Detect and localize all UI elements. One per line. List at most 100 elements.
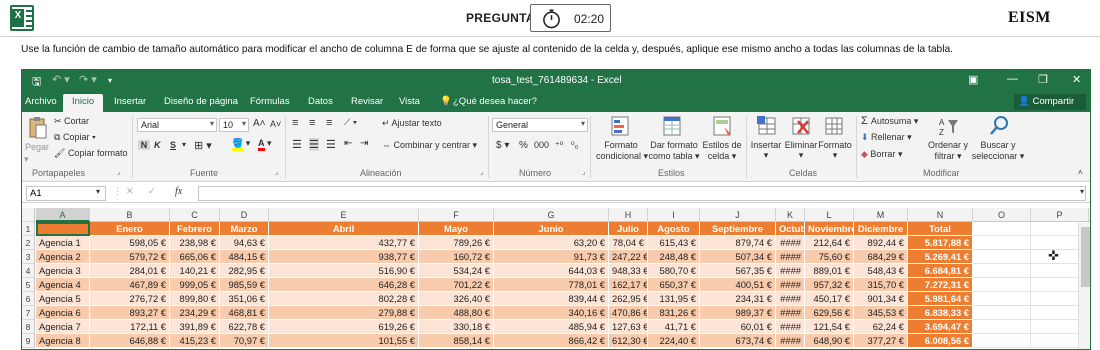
table-cell[interactable]: 579,72 € [90,250,170,264]
table-cell[interactable]: Agencia 7 [36,320,90,334]
table-cell[interactable]: 484,15 € [220,250,269,264]
tab-revisar[interactable]: Revisar [351,96,383,107]
percent-button[interactable]: % [519,140,528,151]
table-cell[interactable]: 646,28 € [269,278,419,292]
table-cell[interactable]: 262,95 € [609,292,648,306]
table-cell[interactable]: 5.269,41 € [908,250,973,264]
tab-datos[interactable]: Datos [308,96,333,107]
italic-button[interactable]: K [154,140,161,150]
table-cell[interactable]: 485,94 € [494,320,609,334]
column-header-G[interactable]: G [494,208,609,222]
table-cell[interactable]: 901,34 € [854,292,908,306]
currency-button[interactable]: $ ▾ [496,140,509,151]
table-cell[interactable]: 172,11 € [90,320,170,334]
table-cell[interactable]: 41,71 € [648,320,700,334]
table-cell[interactable]: 340,16 € [494,306,609,320]
table-cell[interactable]: Agencia 3 [36,264,90,278]
table-cell[interactable]: 279,88 € [269,306,419,320]
header-cell[interactable]: Total [908,222,973,236]
table-cell[interactable]: 467,89 € [90,278,170,292]
delete-cells-button[interactable]: Eliminar ▾ [782,140,820,161]
table-cell[interactable]: 889,01 € [805,264,854,278]
table-cell[interactable]: 7.272,31 € [908,278,973,292]
header-cell[interactable]: Mayo [419,222,494,236]
table-cell[interactable]: #### [776,236,805,250]
table-cell[interactable]: 778,01 € [494,278,609,292]
table-cell[interactable]: 400,51 € [700,278,776,292]
row-header[interactable]: 1 [22,222,35,236]
insert-cells-button[interactable]: Insertar ▾ [748,140,784,161]
table-cell[interactable]: Agencia 4 [36,278,90,292]
empty-cell[interactable] [973,320,1031,334]
table-cell[interactable]: 276,72 € [90,292,170,306]
name-box-dropdown-icon[interactable]: ▾ [96,187,100,196]
shrink-font-button[interactable]: A˅ [270,119,281,129]
table-cell[interactable]: 330,18 € [419,320,494,334]
header-cell[interactable]: Febrero [170,222,220,236]
table-cell[interactable]: 415,23 € [170,334,220,348]
empty-cell[interactable] [973,334,1031,348]
tab-vista[interactable]: Vista [399,96,420,107]
column-header-M[interactable]: M [854,208,908,222]
merge-center-button[interactable]: ⇔ Combinar y centrar ▾ [382,140,477,151]
table-cell[interactable]: 162,17 € [609,278,648,292]
column-header-N[interactable]: N [908,208,973,222]
table-cell[interactable]: 450,17 € [805,292,854,306]
table-cell[interactable]: 247,22 € [609,250,648,264]
table-cell[interactable]: 62,24 € [854,320,908,334]
vertical-scrollbar[interactable] [1078,223,1090,349]
column-header-O[interactable]: O [973,208,1031,222]
increase-indent-icon[interactable]: ⇥ [360,138,368,149]
conditional-format-button[interactable]: Formato condicional ▾ [596,140,648,162]
format-as-table-button[interactable]: Dar formato como tabla ▾ [648,140,700,162]
table-cell[interactable]: 234,29 € [170,306,220,320]
table-cell[interactable]: 989,37 € [700,306,776,320]
table-cell[interactable]: 615,43 € [648,236,700,250]
dialog-launcher-icon[interactable]: ⌟ [582,168,585,176]
collapse-ribbon-icon[interactable]: ˄ [1078,168,1083,177]
align-top-icon[interactable]: ≡ [292,117,298,129]
thousands-button[interactable]: 000 [534,140,549,150]
table-cell[interactable]: 999,05 € [170,278,220,292]
empty-cell[interactable] [973,222,1031,236]
underline-button[interactable]: S [170,140,176,150]
increase-decimal-icon[interactable]: ⁺⁰ [555,140,563,151]
column-header-L[interactable]: L [805,208,854,222]
row-header[interactable]: 4 [22,264,35,278]
table-cell[interactable]: 127,63 € [609,320,648,334]
borders-icon[interactable]: ⊞ ▾ [194,139,212,152]
scroll-thumb[interactable] [1081,227,1090,287]
table-cell[interactable]: 78,04 € [609,236,648,250]
row-header[interactable]: 5 [22,278,35,292]
table-cell[interactable]: 488,80 € [419,306,494,320]
table-cell[interactable]: #### [776,320,805,334]
table-cell[interactable]: 70,97 € [220,334,269,348]
align-bottom-icon[interactable]: ≡ [326,117,332,129]
cut-button[interactable]: ✂ Cortar [54,116,89,127]
table-cell[interactable]: Agencia 1 [36,236,90,250]
row-header[interactable]: 3 [22,250,35,264]
table-cell[interactable]: 673,74 € [700,334,776,348]
column-header-Q[interactable]: Q [1089,208,1090,222]
save-icon[interactable]: 🖫 [32,73,41,92]
paste-dropdown-icon[interactable]: ▾ [24,154,29,165]
header-cell[interactable] [36,222,90,236]
table-cell[interactable]: #### [776,264,805,278]
table-cell[interactable]: 957,32 € [805,278,854,292]
fill-button[interactable]: ⬇ Rellenar ▾ [861,132,912,143]
table-cell[interactable]: 650,37 € [648,278,700,292]
format-painter-button[interactable]: 🖌 Copiar formato [54,148,127,159]
table-cell[interactable]: 507,34 € [700,250,776,264]
table-cell[interactable]: 534,24 € [419,264,494,278]
column-header-P[interactable]: P [1031,208,1089,222]
bold-button[interactable]: N [138,140,150,150]
table-cell[interactable]: 377,27 € [854,334,908,348]
copy-button[interactable]: ⧉ Copiar ▾ [54,132,96,143]
column-header-E[interactable]: E [269,208,419,222]
font-name-select[interactable]: Arial [137,118,217,132]
table-cell[interactable]: #### [776,292,805,306]
table-cell[interactable]: 598,05 € [90,236,170,250]
table-cell[interactable]: #### [776,250,805,264]
table-cell[interactable]: 892,44 € [854,236,908,250]
dialog-launcher-icon[interactable]: ⌟ [275,168,278,176]
